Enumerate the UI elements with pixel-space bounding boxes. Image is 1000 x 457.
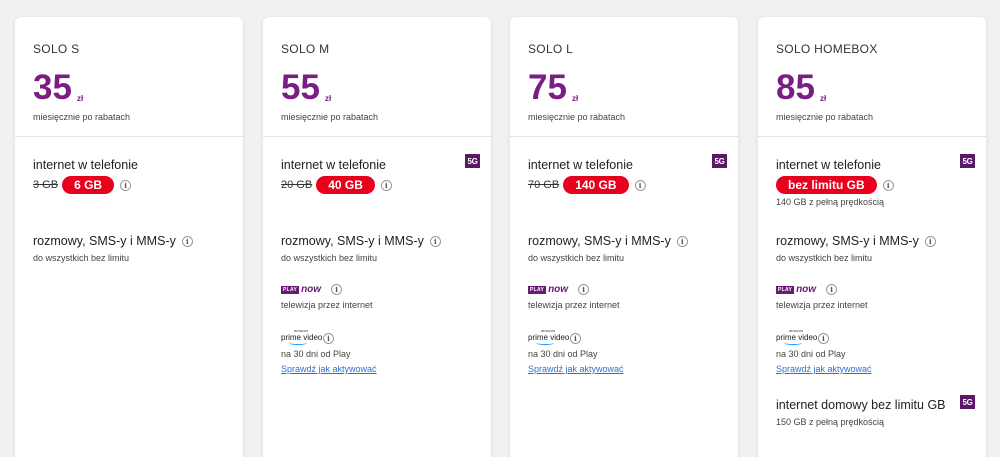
info-icon[interactable]: i [882,179,894,191]
data-amount-pill: bez limitu GB [776,176,877,194]
playnow-section: PLAY now i telewizja przez internet [281,284,479,310]
prime-video-logo: amazon prime video [776,328,817,348]
playnow-subtitle: telewizja przez internet [776,300,868,310]
plan-header: SOLO L 75 zł miesięcznie po rabatach [510,17,738,137]
old-data-amount: 70 GB [528,179,560,191]
info-icon[interactable]: i [331,284,343,295]
internet-title: internet w telefonie [776,158,881,172]
plan-name: SOLO M [281,42,330,56]
internet-title: internet w telefonie [281,158,386,172]
calls-title: rozmowy, SMS-y i MMS-y [33,234,176,248]
info-icon[interactable]: i [380,179,392,191]
plan-card-solo-homebox: SOLO HOMEBOX 85 zł miesięcznie po rabata… [758,17,986,457]
calls-section: rozmowy, SMS-y i MMS-y i do wszystkich be… [528,234,726,263]
plan-header: SOLO S 35 zł miesięcznie po rabatach [15,17,243,137]
data-amount-pill: 6 GB [62,176,115,194]
home-internet-section: internet domowy bez limitu GB 150 GB z p… [776,398,974,427]
plan-price: 75 [528,68,567,107]
info-icon[interactable]: i [570,332,581,344]
calls-title: rozmowy, SMS-y i MMS-y [776,234,919,248]
prime-video-logo: amazon prime video [281,328,322,348]
info-icon[interactable]: i [826,284,838,295]
calls-title: rozmowy, SMS-y i MMS-y [528,234,671,248]
playnow-section: PLAY now i telewizja przez internet [776,284,974,310]
old-data-amount: 3 GB [33,179,59,191]
info-icon[interactable]: i [818,332,829,344]
currency-label: zł [325,94,332,103]
playnow-logo-now: now [548,284,569,295]
calls-section: rozmowy, SMS-y i MMS-y i do wszystkich be… [281,234,479,263]
currency-label: zł [820,94,827,103]
currency-label: zł [572,94,579,103]
calls-title: rozmowy, SMS-y i MMS-y [281,234,424,248]
playnow-subtitle: telewizja przez internet [281,300,373,310]
prime-video-logo: amazon prime video [528,328,569,348]
price-subtitle: miesięcznie po rabatach [33,112,131,122]
playnow-logo-play: PLAY [528,285,547,294]
prime-subtitle: na 30 dni od Play [776,349,846,359]
plan-card-solo-l: SOLO L 75 zł miesięcznie po rabatach 5G … [510,17,738,457]
price-subtitle: miesięcznie po rabatach [281,112,379,122]
prime-section: amazon prime video i na 30 dni od Play S… [776,328,974,374]
calls-section: rozmowy, SMS-y i MMS-y i do wszystkich be… [776,234,974,263]
activate-link[interactable]: Sprawdź jak aktywować [776,364,974,374]
playnow-logo-play: PLAY [281,285,300,294]
plan-name: SOLO HOMEBOX [776,42,878,56]
prime-section: amazon prime video i na 30 dni od Play S… [528,328,726,374]
info-icon[interactable]: i [676,235,688,247]
plan-price: 85 [776,68,815,107]
calls-subtitle: do wszystkich bez limitu [33,253,130,263]
internet-title: internet w telefonie [528,158,633,172]
activate-link[interactable]: Sprawdź jak aktywować [528,364,726,374]
prime-section: amazon prime video i na 30 dni od Play S… [281,328,479,374]
internet-section: internet w telefonie bez limitu GB i 140… [776,158,974,207]
plan-name: SOLO S [33,42,80,56]
internet-section: internet w telefonie 3 GB 6 GB i [33,158,231,194]
playnow-logo-play: PLAY [776,285,795,294]
plan-header: SOLO HOMEBOX 85 zł miesięcznie po rabata… [758,17,986,137]
playnow-subtitle: telewizja przez internet [528,300,620,310]
plan-price: 55 [281,68,320,107]
plan-price: 35 [33,68,72,107]
calls-subtitle: do wszystkich bez limitu [281,253,378,263]
calls-subtitle: do wszystkich bez limitu [776,253,873,263]
prime-subtitle: na 30 dni od Play [281,349,351,359]
calls-subtitle: do wszystkich bez limitu [528,253,625,263]
data-amount-pill: 140 GB [563,176,629,194]
info-icon[interactable]: i [120,179,132,191]
calls-section: rozmowy, SMS-y i MMS-y i do wszystkich be… [33,234,231,263]
plan-card-solo-m: SOLO M 55 zł miesięcznie po rabatach 5G … [263,17,491,457]
info-icon[interactable]: i [323,332,334,344]
info-icon[interactable]: i [429,235,441,247]
internet-section: internet w telefonie 20 GB 40 GB i [281,158,479,194]
internet-section: internet w telefonie 70 GB 140 GB i [528,158,726,194]
home-internet-subtitle: 150 GB z pełną prędkością [776,417,885,427]
info-icon[interactable]: i [578,284,590,295]
activate-link[interactable]: Sprawdź jak aktywować [281,364,479,374]
plan-name: SOLO L [528,42,574,56]
plan-header: SOLO M 55 zł miesięcznie po rabatach [263,17,491,137]
internet-title: internet w telefonie [33,158,138,172]
playnow-section: PLAY now i telewizja przez internet [528,284,726,310]
info-icon[interactable]: i [634,179,646,191]
old-data-amount: 20 GB [281,179,313,191]
currency-label: zł [77,94,84,103]
price-subtitle: miesięcznie po rabatach [776,112,874,122]
plan-card-solo-s: SOLO S 35 zł miesięcznie po rabatach int… [15,17,243,457]
info-icon[interactable]: i [181,235,193,247]
playnow-logo-now: now [796,284,817,295]
data-amount-pill: 40 GB [316,176,375,194]
prime-subtitle: na 30 dni od Play [528,349,598,359]
data-subtitle: 140 GB z pełną prędkością [776,197,885,207]
home-internet-title: internet domowy bez limitu GB [776,398,946,412]
price-subtitle: miesięcznie po rabatach [528,112,626,122]
playnow-logo-now: now [301,284,322,295]
info-icon[interactable]: i [924,235,936,247]
